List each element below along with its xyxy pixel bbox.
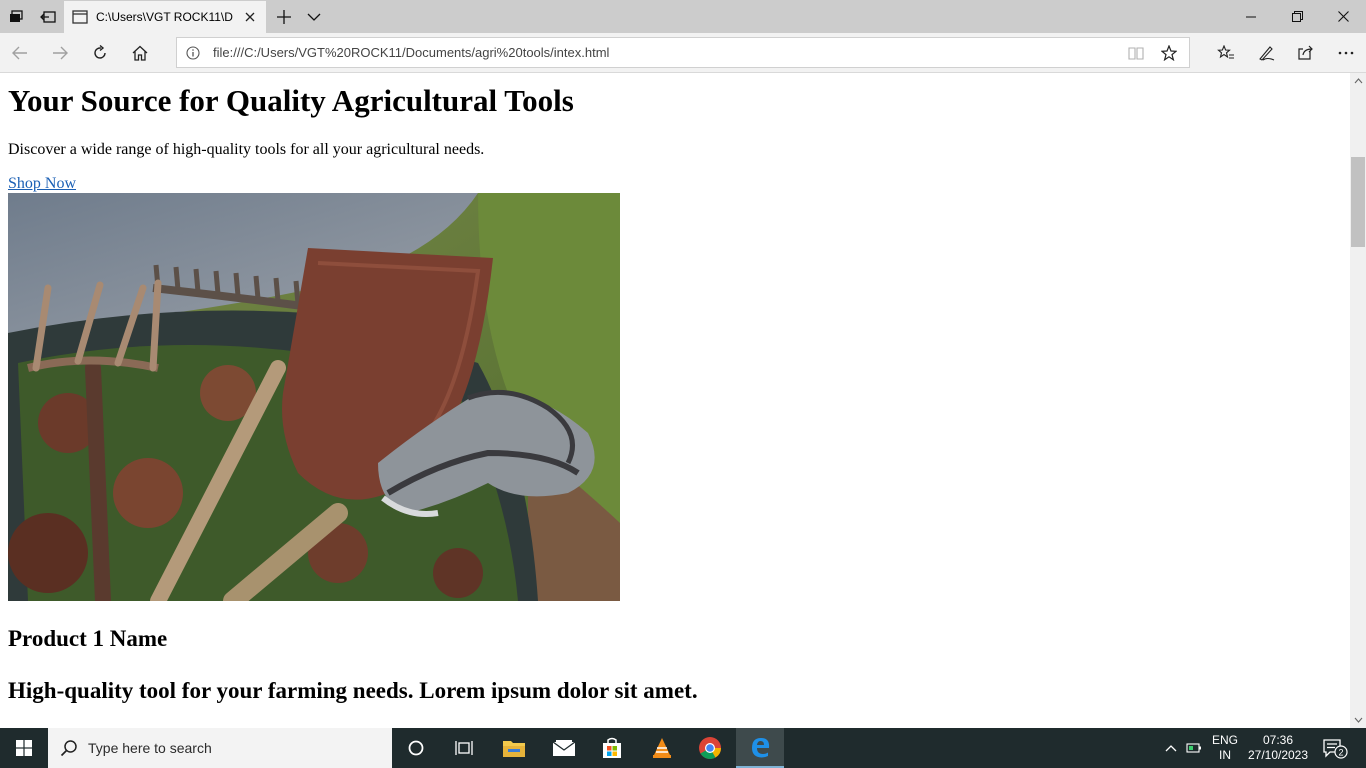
- tab-actions-icon: [10, 9, 23, 22]
- chevron-up-icon: [1165, 745, 1177, 752]
- chevron-up-icon: [1354, 78, 1362, 84]
- mail-icon: [552, 740, 576, 756]
- vertical-scrollbar[interactable]: [1350, 73, 1366, 728]
- address-bar[interactable]: file:///C:/Users/VGT%20ROCK11/Documents/…: [176, 37, 1190, 68]
- tab-active[interactable]: C:\Users\VGT ROCK11\D: [64, 1, 266, 33]
- refresh-button[interactable]: [80, 33, 120, 73]
- restore-icon: [1291, 11, 1303, 22]
- site-info-button[interactable]: [185, 45, 201, 61]
- close-icon: [245, 12, 255, 22]
- product-description: High-quality tool for your farming needs…: [8, 678, 698, 703]
- cortana-icon: [408, 740, 424, 756]
- product-name: Product 1 Name: [8, 626, 168, 651]
- notification-icon: 2: [1323, 739, 1348, 759]
- taskbar: Type here to search ENG IN 07:36 27/10/2…: [0, 728, 1366, 768]
- store-button[interactable]: [588, 728, 636, 768]
- favorites-hub-button[interactable]: [1206, 33, 1246, 73]
- chevron-down-icon: [307, 13, 321, 21]
- web-note-button[interactable]: [1246, 33, 1286, 73]
- store-icon: [603, 737, 621, 758]
- favorite-button[interactable]: [1160, 44, 1178, 62]
- vlc-icon: [653, 738, 671, 758]
- chrome-icon: [699, 737, 721, 759]
- garden-tools-photo: [8, 193, 620, 601]
- tab-actions-button[interactable]: [0, 0, 32, 33]
- tab-strip: C:\Users\VGT ROCK11\D: [0, 0, 1366, 33]
- windows-logo-icon: [16, 740, 32, 756]
- battery-button[interactable]: [1182, 728, 1206, 768]
- share-button[interactable]: [1286, 33, 1326, 73]
- search-placeholder: Type here to search: [88, 740, 212, 756]
- language-code: ENG: [1211, 733, 1238, 747]
- chrome-button[interactable]: [686, 728, 734, 768]
- scroll-up-button[interactable]: [1350, 73, 1366, 89]
- start-button[interactable]: [0, 728, 48, 768]
- refresh-icon: [94, 45, 106, 59]
- search-icon: [60, 740, 77, 757]
- close-window-button[interactable]: [1320, 0, 1366, 33]
- cortana-button[interactable]: [392, 728, 440, 768]
- restore-button[interactable]: [1274, 0, 1320, 33]
- share-icon: [1298, 45, 1313, 60]
- page-viewport: Your Source for Quality Agricultural Too…: [0, 73, 1350, 728]
- clock-time: 07:36: [1262, 733, 1294, 747]
- edge-icon: [752, 738, 770, 758]
- close-icon: [1337, 11, 1349, 22]
- notification-count: 2: [1338, 748, 1343, 758]
- vlc-button[interactable]: [638, 728, 686, 768]
- edge-button[interactable]: [736, 728, 784, 768]
- scroll-thumb[interactable]: [1351, 157, 1365, 247]
- chevron-down-icon: [1354, 717, 1362, 723]
- intro-text: Discover a wide range of high-quality to…: [8, 141, 485, 158]
- mail-button[interactable]: [540, 728, 588, 768]
- set-tabs-aside-icon: [40, 10, 56, 23]
- arrow-left-icon: [12, 46, 27, 60]
- input-language-indicator[interactable]: ENG IN: [1206, 728, 1244, 768]
- language-region: IN: [1219, 748, 1231, 762]
- back-button[interactable]: [0, 33, 40, 73]
- battery-icon: [1186, 743, 1201, 753]
- page-title: Your Source for Quality Agricultural Too…: [8, 83, 574, 118]
- pen-icon: [1259, 46, 1275, 61]
- more-button[interactable]: [1326, 33, 1366, 73]
- action-center-button[interactable]: 2: [1312, 728, 1358, 768]
- book-icon: [1128, 47, 1144, 60]
- minimize-icon: [1246, 16, 1256, 17]
- minimize-button[interactable]: [1228, 0, 1274, 33]
- taskbar-search-box[interactable]: Type here to search: [48, 728, 392, 768]
- file-explorer-button[interactable]: [490, 728, 538, 768]
- set-tabs-aside-button[interactable]: [32, 0, 64, 33]
- clock-date: 27/10/2023: [1247, 748, 1309, 762]
- favorites-list-icon: [1217, 45, 1234, 59]
- folder-icon: [503, 741, 525, 757]
- navigation-bar: file:///C:/Users/VGT%20ROCK11/Documents/…: [0, 33, 1366, 73]
- show-hidden-icons-button[interactable]: [1160, 728, 1182, 768]
- reading-view-button[interactable]: [1127, 44, 1145, 62]
- tab-title: C:\Users\VGT ROCK11\D: [96, 10, 233, 24]
- home-button[interactable]: [120, 33, 160, 73]
- hero-image: [8, 193, 620, 601]
- clock[interactable]: 07:36 27/10/2023: [1244, 728, 1312, 768]
- forward-button[interactable]: [40, 33, 80, 73]
- more-icon: [1338, 51, 1354, 55]
- tab-preview-button[interactable]: [298, 0, 330, 33]
- page-icon: [72, 10, 88, 24]
- url-text[interactable]: file:///C:/Users/VGT%20ROCK11/Documents/…: [213, 38, 609, 67]
- new-tab-button[interactable]: [268, 0, 300, 33]
- plus-icon: [277, 9, 291, 24]
- home-icon: [132, 45, 148, 61]
- star-icon: [1161, 45, 1177, 61]
- shop-now-link[interactable]: Shop Now: [8, 175, 76, 193]
- task-view-icon: [455, 741, 473, 755]
- task-view-button[interactable]: [440, 728, 488, 768]
- tab-close-button[interactable]: [242, 9, 258, 25]
- info-icon: [186, 46, 200, 60]
- arrow-right-icon: [53, 46, 68, 60]
- scroll-down-button[interactable]: [1350, 712, 1366, 728]
